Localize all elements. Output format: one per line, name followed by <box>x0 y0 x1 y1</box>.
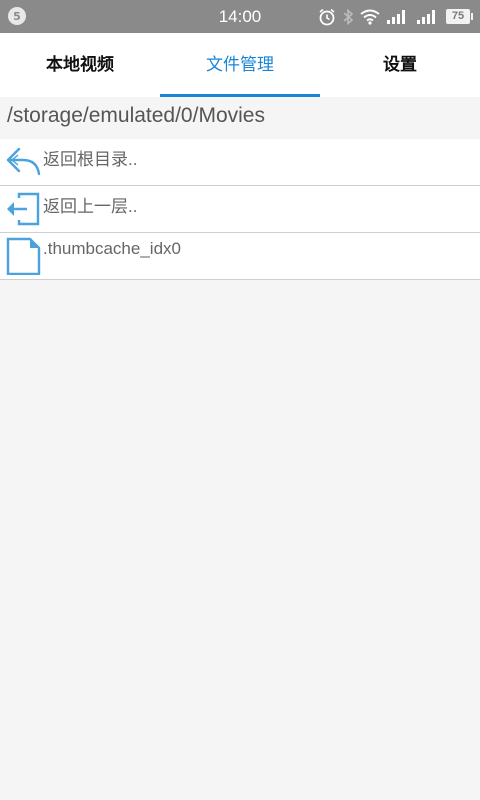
tab-label: 本地视频 <box>46 55 114 75</box>
tab-label: 文件管理 <box>206 55 274 75</box>
list-item-label: 返回上一层.. <box>43 197 138 216</box>
signal-icon <box>387 9 405 24</box>
tab-settings[interactable]: 设置 <box>320 33 480 97</box>
bluetooth-icon <box>343 8 354 25</box>
list-item-label: 返回根目录.. <box>43 150 138 169</box>
list-item-label: .thumbcache_idx0 <box>43 239 181 258</box>
list-item-back-parent[interactable]: 返回上一层.. <box>0 186 480 233</box>
file-list: 返回根目录.. 返回上一层.. .thumbcache_idx0 <box>0 139 480 280</box>
exit-folder-icon <box>7 192 40 226</box>
tab-local-video[interactable]: 本地视频 <box>0 33 160 97</box>
status-icons: 75 <box>318 0 473 33</box>
current-path: /storage/emulated/0/Movies <box>7 104 265 127</box>
tab-label: 设置 <box>383 55 417 75</box>
tab-active-indicator <box>160 94 320 97</box>
list-item-file[interactable]: .thumbcache_idx0 <box>0 233 480 280</box>
file-icon <box>6 237 41 275</box>
signal-icon <box>417 9 435 24</box>
tab-bar: 本地视频 文件管理 设置 <box>0 33 480 97</box>
list-item-back-root[interactable]: 返回根目录.. <box>0 139 480 186</box>
status-bar: 5 14:00 75 <box>0 0 480 33</box>
battery-icon: 75 <box>446 9 473 24</box>
wifi-icon <box>360 9 380 25</box>
tab-file-manager[interactable]: 文件管理 <box>160 33 320 97</box>
back-arrow-icon <box>6 147 41 176</box>
notification-badge: 5 <box>8 7 26 25</box>
alarm-icon <box>319 8 335 25</box>
